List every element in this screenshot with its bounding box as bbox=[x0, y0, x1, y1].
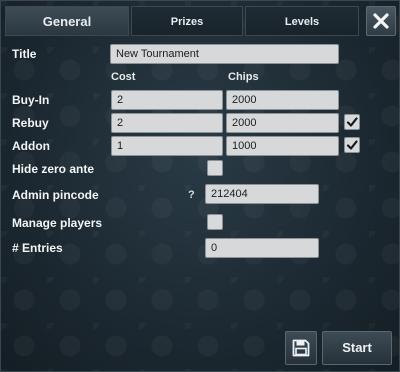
addon-chips-input[interactable]: 1000 bbox=[226, 136, 339, 156]
buyin-label: Buy-In bbox=[12, 93, 50, 107]
hide-zero-ante-label: Hide zero ante bbox=[12, 162, 95, 176]
buyin-chips-input[interactable]: 2000 bbox=[226, 90, 339, 110]
addon-label: Addon bbox=[12, 139, 50, 153]
rebuy-label: Rebuy bbox=[12, 116, 49, 130]
chips-column-header: Chips bbox=[228, 71, 259, 83]
tab-levels[interactable]: Levels bbox=[245, 6, 359, 36]
admin-pincode-input[interactable]: 212404 bbox=[205, 184, 319, 204]
manage-players-label: Manage players bbox=[12, 216, 103, 230]
tab-prizes[interactable]: Prizes bbox=[131, 6, 243, 36]
close-icon bbox=[373, 13, 389, 29]
cost-column-header: Cost bbox=[111, 71, 136, 83]
checkmark-icon bbox=[346, 140, 358, 150]
checkmark-icon bbox=[346, 117, 358, 127]
rebuy-chips-input[interactable]: 2000 bbox=[226, 113, 339, 133]
tab-bar: General Prizes Levels bbox=[5, 6, 361, 36]
title-input[interactable]: New Tournament bbox=[110, 44, 339, 64]
tab-general[interactable]: General bbox=[5, 6, 129, 36]
save-icon bbox=[292, 339, 310, 357]
close-button[interactable] bbox=[366, 6, 396, 36]
manage-players-checkbox[interactable] bbox=[207, 214, 223, 230]
rebuy-cost-input[interactable]: 2 bbox=[111, 113, 223, 133]
addon-checkbox[interactable] bbox=[344, 137, 360, 153]
admin-pincode-label: Admin pincode bbox=[12, 188, 99, 202]
title-label: Title bbox=[12, 47, 37, 61]
save-button[interactable] bbox=[285, 331, 317, 365]
tournament-settings-panel: General Prizes Levels Title New Tourname… bbox=[0, 0, 400, 372]
entries-label: # Entries bbox=[12, 241, 63, 255]
addon-cost-input[interactable]: 1 bbox=[111, 136, 223, 156]
rebuy-checkbox[interactable] bbox=[344, 114, 360, 130]
start-button[interactable]: Start bbox=[322, 331, 392, 365]
hide-zero-ante-checkbox[interactable] bbox=[207, 160, 223, 176]
buyin-cost-input[interactable]: 2 bbox=[111, 90, 223, 110]
admin-pincode-help-icon[interactable]: ? bbox=[188, 189, 195, 201]
entries-input[interactable]: 0 bbox=[205, 238, 319, 258]
